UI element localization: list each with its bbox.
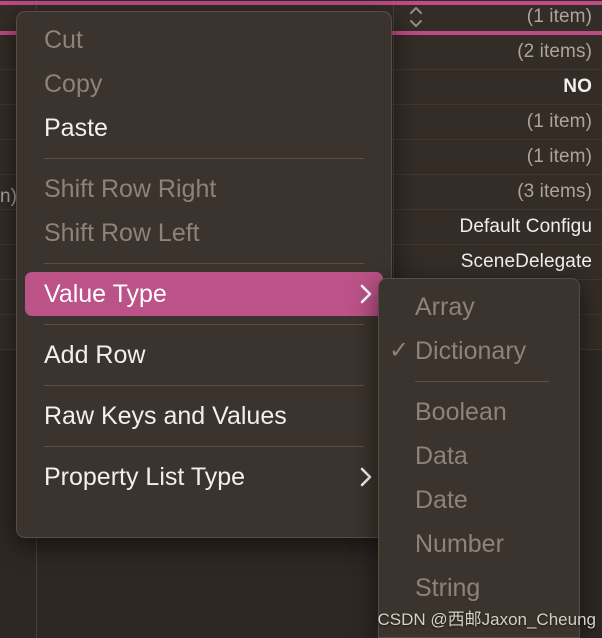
- menu-separator: [44, 446, 364, 447]
- clipped-cell-text: n): [0, 186, 17, 207]
- menu-separator: [44, 324, 364, 325]
- menu-item-shift-row-left: Shift Row Left: [17, 211, 391, 255]
- menu-separator: [44, 158, 364, 159]
- menu-item-label: Shift Row Right: [44, 174, 217, 203]
- menu-item-value-type[interactable]: Value Type: [25, 272, 383, 316]
- submenu-item-dictionary[interactable]: ✓ Dictionary: [379, 329, 579, 373]
- stepper-chevron-icon[interactable]: [408, 6, 424, 28]
- submenu-item-date[interactable]: Date: [379, 478, 579, 522]
- submenu-item-data[interactable]: Data: [379, 434, 579, 478]
- submenu-item-label: Date: [415, 485, 468, 514]
- table-cell-value: NO: [563, 76, 592, 97]
- table-cell-value: (1 item): [526, 6, 592, 27]
- submenu-separator: [415, 381, 549, 382]
- table-cell-value: (2 items): [517, 41, 592, 62]
- submenu-item-number[interactable]: Number: [379, 522, 579, 566]
- menu-item-shift-row-right: Shift Row Right: [17, 167, 391, 211]
- menu-separator: [44, 263, 364, 264]
- menu-item-label: Raw Keys and Values: [44, 401, 287, 430]
- menu-item-add-row[interactable]: Add Row: [17, 333, 391, 377]
- menu-separator: [44, 385, 364, 386]
- menu-item-label: Add Row: [44, 340, 146, 369]
- menu-item-label: Cut: [44, 25, 83, 54]
- watermark-text: CSDN @西邮Jaxon_Cheung: [377, 610, 596, 629]
- submenu-item-boolean[interactable]: Boolean: [379, 390, 579, 434]
- table-cell-value: SceneDelegate: [460, 251, 592, 272]
- table-cell-value: (1 item): [526, 146, 592, 167]
- value-type-submenu[interactable]: Array ✓ Dictionary Boolean Data Date Number Str…: [378, 278, 580, 638]
- menu-item-copy: Copy: [17, 62, 391, 106]
- table-cell-value: (3 items): [517, 181, 592, 202]
- submenu-item-label: Number: [415, 529, 504, 558]
- menu-item-paste[interactable]: Paste: [17, 106, 391, 150]
- menu-item-label: Property List Type: [44, 462, 246, 491]
- submenu-item-label: Data: [415, 441, 468, 470]
- table-cell-value: (1 item): [526, 111, 592, 132]
- chevron-right-icon: [360, 283, 373, 305]
- submenu-item-label: Dictionary: [415, 336, 527, 365]
- submenu-item-array[interactable]: Array: [379, 285, 579, 329]
- chevron-right-icon: [360, 466, 373, 488]
- context-menu[interactable]: Cut Copy Paste Shift Row Right Shift Row Lef…: [16, 11, 392, 538]
- menu-item-label: Value Type: [44, 279, 167, 308]
- table-cell-value: Default Configu: [459, 216, 592, 237]
- menu-item-cut: Cut: [17, 18, 391, 62]
- submenu-item-string[interactable]: String: [379, 566, 579, 610]
- menu-item-property-list-type[interactable]: Property List Type: [17, 455, 391, 499]
- menu-item-raw-keys-and-values[interactable]: Raw Keys and Values: [17, 394, 391, 438]
- submenu-item-label: Array: [415, 292, 475, 321]
- menu-item-label: Shift Row Left: [44, 218, 200, 247]
- menu-item-label: Copy: [44, 69, 103, 98]
- submenu-item-label: String: [415, 573, 481, 602]
- selection-indicator-line-top: [0, 1, 602, 5]
- submenu-item-label: Boolean: [415, 397, 507, 426]
- menu-item-label: Paste: [44, 113, 108, 142]
- checkmark-icon: ✓: [389, 337, 410, 364]
